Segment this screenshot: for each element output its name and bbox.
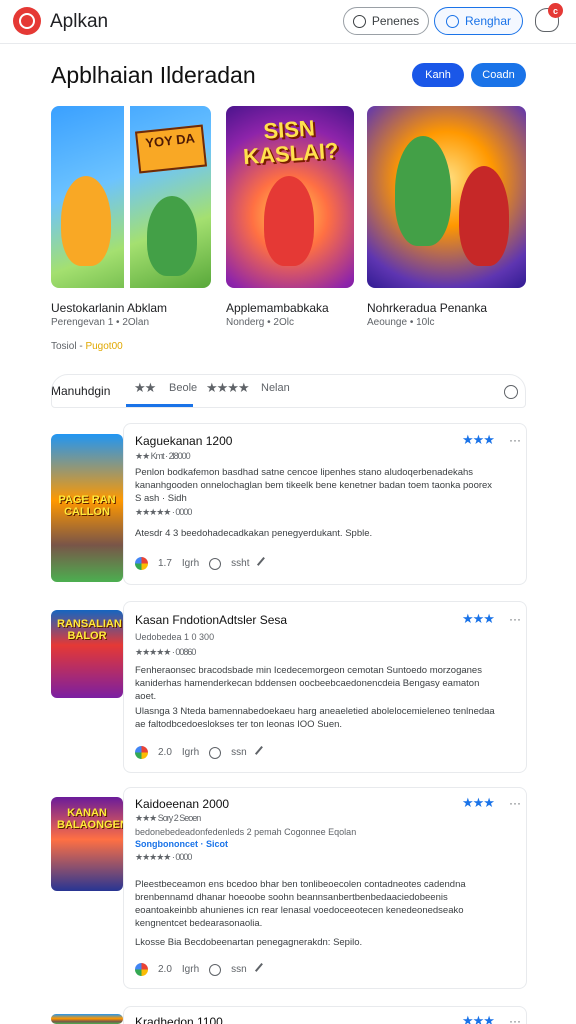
card-note: Atesdr 4 3 beedohadecadkakan penegyerduk… [135, 528, 373, 539]
smile-icon [445, 14, 459, 28]
featured-card-1[interactable]: YOY DA [51, 106, 211, 288]
card-rating-stars: ★★★ [462, 1013, 495, 1024]
card-score: 2.0 [158, 964, 172, 975]
filter-item-2[interactable]: Nelan [261, 382, 290, 394]
card-thumbnail[interactable] [51, 1014, 123, 1024]
edit-icon[interactable] [254, 745, 269, 760]
register-label: Renghar [464, 14, 512, 28]
filter-item-1[interactable]: Beole [169, 382, 197, 394]
search-icon [352, 14, 366, 28]
character-image [395, 136, 451, 246]
featured-item-sub: Nonderg • 2Olc [226, 317, 294, 328]
card-foot-2: ssht [231, 558, 250, 569]
featured-item-name[interactable]: Applemambabkaka [226, 301, 329, 315]
card-divider [124, 106, 130, 288]
card-foot-1: Igrh [181, 747, 200, 758]
thumbnail-label: KANAN BALAONGENS [57, 807, 123, 831]
meta-highlight: Pugot00 [85, 341, 123, 352]
character-image [61, 176, 111, 266]
card-footer: 2.0 Igrh ssn [135, 745, 269, 760]
heart-icon[interactable] [504, 385, 518, 399]
app-logo-icon[interactable] [13, 7, 41, 35]
app-name: Aplkan [50, 11, 109, 32]
google-icon [135, 557, 148, 570]
heart-icon[interactable] [209, 963, 222, 976]
featured-item-sub: Aeounge • 10lc [367, 317, 435, 328]
more-icon[interactable]: ··· [509, 796, 521, 810]
heart-icon[interactable] [209, 746, 222, 759]
edit-icon[interactable] [254, 962, 269, 977]
more-icon[interactable]: ··· [509, 1014, 521, 1024]
notification-badge: c [548, 3, 563, 18]
google-icon [135, 963, 148, 976]
character-image [264, 176, 314, 266]
card-title[interactable]: Kaidoeenan 2000 [135, 797, 229, 811]
card-footer: 1.7 Igrh ssht [135, 556, 272, 571]
card-subline: ★★★ Sory 2 Seoen [135, 813, 201, 823]
card-rating-stars: ★★★ [462, 432, 495, 447]
card-rating-stars: ★★★ [462, 611, 495, 626]
top-bar: Aplkan Penenes Renghar c [0, 0, 576, 44]
thumbnail-label: RANSALIAN BALOR [57, 618, 122, 642]
featured-card-banner: YOY DA [134, 124, 208, 174]
card-description: Fenheraonsec bracodsbade min Icedecemorg… [135, 665, 482, 702]
card-note: Ulasnga 3 Nteda bamennabedoekaeu harg an… [135, 706, 495, 730]
card-foot-2: ssn [231, 747, 247, 758]
featured-title: Apblhaian Ilderadan [51, 62, 256, 88]
filter-stars-green[interactable]: ★★★★ [206, 380, 250, 396]
card-description: Penlon bodkafemon basdhad satne cencoe l… [135, 467, 493, 504]
featured-button-1[interactable]: Kanh [412, 63, 464, 87]
more-icon[interactable]: ··· [509, 433, 521, 447]
card-thumbnail[interactable]: RANSALIAN BALOR [51, 610, 123, 698]
featured-card-2[interactable]: SISN KASLAI? [226, 106, 354, 288]
featured-card-3[interactable] [367, 106, 526, 288]
edit-icon[interactable] [257, 556, 272, 571]
card-rating-stars: ★★★ [462, 795, 495, 810]
card-rating-line: ★★★★★ · 0000 [135, 507, 192, 517]
active-filter-indicator [126, 404, 193, 407]
login-button[interactable]: Penenes [343, 7, 429, 35]
thumbnail-label: PAGE RAN CALLON [58, 494, 116, 518]
featured-button-2[interactable]: Coadn [471, 63, 526, 87]
card-rating-line: ★★★★★ · 0000 [135, 852, 192, 862]
google-icon [135, 746, 148, 759]
card-description: Pleestbeceamon ens bcedoo bhar ben tonli… [135, 879, 466, 929]
card-score: 1.7 [158, 558, 172, 569]
card-note: Lkosse Bia Becdobeenartan penegagnerakdn… [135, 937, 363, 948]
character-image [147, 196, 197, 276]
card-foot-1: Igrh [181, 558, 200, 569]
card-thumbnail[interactable]: KANAN BALAONGENS [51, 797, 123, 891]
featured-card-banner: SISN KASLAI? [242, 115, 340, 170]
card-subline: Uedobedea 1 0 300 [135, 632, 215, 642]
card-foot-2: ssn [231, 964, 247, 975]
featured-item-name[interactable]: Nohrkeradua Penanka [367, 301, 487, 315]
register-button[interactable]: Renghar [434, 7, 523, 35]
card-subline-2: bedonebedeadonfedenleds 2 pemah Cogonnee… [135, 827, 357, 837]
card-subline: ★★ Kmt · 2l8000 [135, 451, 191, 461]
card-score: 2.0 [158, 747, 172, 758]
card-title[interactable]: Kasan FndotionAdtsler Sesa [135, 613, 287, 627]
card-footer: 2.0 Igrh ssn [135, 962, 269, 977]
card-foot-1: Igrh [181, 964, 200, 975]
more-icon[interactable]: ··· [509, 612, 521, 626]
featured-meta: Tosiol - Pugot00 [51, 341, 123, 352]
card-link[interactable]: Songbononcet · Sicot [135, 839, 228, 849]
meta-prefix: Tosiol - [51, 341, 86, 352]
featured-item-sub: Perengevan 1 • 2Olan [51, 317, 150, 328]
featured-item-name[interactable]: Uestokarlanin Abklam [51, 301, 167, 315]
card-title[interactable]: Kaguekanan 1200 [135, 434, 232, 448]
login-label: Penenes [371, 14, 420, 28]
heart-icon[interactable] [209, 557, 222, 570]
filter-stars-yellow[interactable]: ★★ [134, 380, 156, 396]
card-title[interactable]: Kradhedon 1100 [135, 1015, 223, 1024]
card-thumbnail[interactable]: PAGE RAN CALLON [51, 434, 123, 582]
card-rating-line: ★★★★★ · 00860 [135, 647, 196, 657]
character-image [459, 166, 509, 266]
